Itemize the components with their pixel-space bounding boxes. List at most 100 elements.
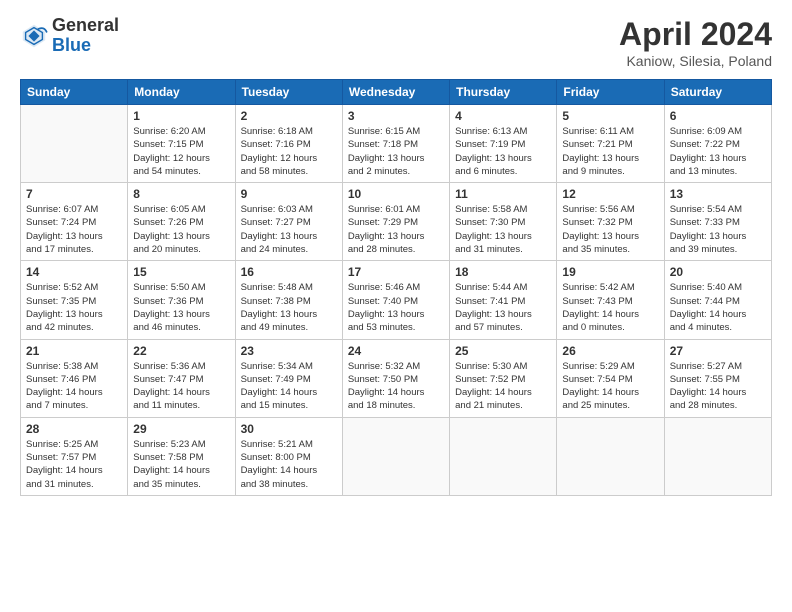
weekday-header-wednesday: Wednesday xyxy=(342,80,449,105)
day-info: Sunrise: 5:42 AMSunset: 7:43 PMDaylight:… xyxy=(562,281,658,334)
day-number: 19 xyxy=(562,265,658,279)
day-number: 18 xyxy=(455,265,551,279)
day-info: Sunrise: 5:23 AMSunset: 7:58 PMDaylight:… xyxy=(133,438,229,491)
calendar-cell: 22 Sunrise: 5:36 AMSunset: 7:47 PMDayligh… xyxy=(128,339,235,417)
calendar-cell: 7 Sunrise: 6:07 AMSunset: 7:24 PMDaylight… xyxy=(21,183,128,261)
calendar-cell: 5 Sunrise: 6:11 AMSunset: 7:21 PMDaylight… xyxy=(557,105,664,183)
weekday-header-friday: Friday xyxy=(557,80,664,105)
calendar-cell: 26Sunrise: 5:29 AMSunset: 7:54 PMDayligh… xyxy=(557,339,664,417)
day-number: 16 xyxy=(241,265,337,279)
day-number: 25 xyxy=(455,344,551,358)
logo-text: General Blue xyxy=(52,16,119,56)
day-number: 21 xyxy=(26,344,122,358)
day-number: 13 xyxy=(670,187,766,201)
weekday-header-monday: Monday xyxy=(128,80,235,105)
calendar-cell: 23 Sunrise: 5:34 AMSunset: 7:49 PMDayligh… xyxy=(235,339,342,417)
calendar-cell: 4Sunrise: 6:13 AMSunset: 7:19 PMDaylight… xyxy=(450,105,557,183)
calendar-cell: 19 Sunrise: 5:42 AMSunset: 7:43 PMDayligh… xyxy=(557,261,664,339)
weekday-header-thursday: Thursday xyxy=(450,80,557,105)
day-info: Sunrise: 5:44 AMSunset: 7:41 PMDaylight:… xyxy=(455,281,551,334)
calendar-cell: 1 Sunrise: 6:20 AMSunset: 7:15 PMDaylight… xyxy=(128,105,235,183)
calendar-cell: 8 Sunrise: 6:05 AMSunset: 7:26 PMDaylight… xyxy=(128,183,235,261)
header: General Blue April 2024 Kaniow, Silesia,… xyxy=(20,16,772,69)
calendar-cell: 11 Sunrise: 5:58 AMSunset: 7:30 PMDayligh… xyxy=(450,183,557,261)
day-info: Sunrise: 5:52 AMSunset: 7:35 PMDaylight:… xyxy=(26,281,122,334)
day-info: Sunrise: 5:25 AMSunset: 7:57 PMDaylight:… xyxy=(26,438,122,491)
day-info: Sunrise: 5:38 AMSunset: 7:46 PMDaylight:… xyxy=(26,360,122,413)
day-info: Sunrise: 6:03 AMSunset: 7:27 PMDaylight:… xyxy=(241,203,337,256)
day-info: Sunrise: 5:21 AMSunset: 8:00 PMDaylight:… xyxy=(241,438,337,491)
day-info: Sunrise: 6:18 AMSunset: 7:16 PMDaylight:… xyxy=(241,125,337,178)
calendar-cell: 30 Sunrise: 5:21 AMSunset: 8:00 PMDayligh… xyxy=(235,417,342,495)
day-info: Sunrise: 5:27 AMSunset: 7:55 PMDaylight:… xyxy=(670,360,766,413)
day-info: Sunrise: 6:09 AMSunset: 7:22 PMDaylight:… xyxy=(670,125,766,178)
day-info: Sunrise: 5:32 AMSunset: 7:50 PMDaylight:… xyxy=(348,360,444,413)
calendar-cell: 6 Sunrise: 6:09 AMSunset: 7:22 PMDaylight… xyxy=(664,105,771,183)
day-info: Sunrise: 5:36 AMSunset: 7:47 PMDaylight:… xyxy=(133,360,229,413)
day-number: 30 xyxy=(241,422,337,436)
day-number: 29 xyxy=(133,422,229,436)
day-number: 8 xyxy=(133,187,229,201)
calendar-cell: 21 Sunrise: 5:38 AMSunset: 7:46 PMDayligh… xyxy=(21,339,128,417)
day-number: 22 xyxy=(133,344,229,358)
day-number: 20 xyxy=(670,265,766,279)
calendar-cell: 10Sunrise: 6:01 AMSunset: 7:29 PMDayligh… xyxy=(342,183,449,261)
logo-general-text: General xyxy=(52,16,119,36)
title-block: April 2024 Kaniow, Silesia, Poland xyxy=(619,16,772,69)
day-info: Sunrise: 6:05 AMSunset: 7:26 PMDaylight:… xyxy=(133,203,229,256)
calendar-cell: 20Sunrise: 5:40 AMSunset: 7:44 PMDayligh… xyxy=(664,261,771,339)
day-number: 28 xyxy=(26,422,122,436)
weekday-header-tuesday: Tuesday xyxy=(235,80,342,105)
calendar-cell: 17Sunrise: 5:46 AMSunset: 7:40 PMDayligh… xyxy=(342,261,449,339)
day-info: Sunrise: 5:30 AMSunset: 7:52 PMDaylight:… xyxy=(455,360,551,413)
calendar-cell: 25 Sunrise: 5:30 AMSunset: 7:52 PMDayligh… xyxy=(450,339,557,417)
week-row-0: 1 Sunrise: 6:20 AMSunset: 7:15 PMDaylight… xyxy=(21,105,772,183)
day-info: Sunrise: 6:11 AMSunset: 7:21 PMDaylight:… xyxy=(562,125,658,178)
calendar-cell: 9 Sunrise: 6:03 AMSunset: 7:27 PMDaylight… xyxy=(235,183,342,261)
week-row-3: 21 Sunrise: 5:38 AMSunset: 7:46 PMDayligh… xyxy=(21,339,772,417)
day-number: 27 xyxy=(670,344,766,358)
calendar-cell xyxy=(21,105,128,183)
day-number: 11 xyxy=(455,187,551,201)
day-info: Sunrise: 5:50 AMSunset: 7:36 PMDaylight:… xyxy=(133,281,229,334)
day-number: 2 xyxy=(241,109,337,123)
calendar-cell: 13Sunrise: 5:54 AMSunset: 7:33 PMDayligh… xyxy=(664,183,771,261)
calendar-cell: 12 Sunrise: 5:56 AMSunset: 7:32 PMDayligh… xyxy=(557,183,664,261)
calendar-cell xyxy=(342,417,449,495)
day-info: Sunrise: 6:07 AMSunset: 7:24 PMDaylight:… xyxy=(26,203,122,256)
day-number: 12 xyxy=(562,187,658,201)
week-row-4: 28 Sunrise: 5:25 AMSunset: 7:57 PMDayligh… xyxy=(21,417,772,495)
day-number: 7 xyxy=(26,187,122,201)
weekday-header-sunday: Sunday xyxy=(21,80,128,105)
main-title: April 2024 xyxy=(619,16,772,53)
calendar-cell: 3Sunrise: 6:15 AMSunset: 7:18 PMDaylight… xyxy=(342,105,449,183)
day-info: Sunrise: 6:01 AMSunset: 7:29 PMDaylight:… xyxy=(348,203,444,256)
day-info: Sunrise: 5:56 AMSunset: 7:32 PMDaylight:… xyxy=(562,203,658,256)
calendar-cell: 29 Sunrise: 5:23 AMSunset: 7:58 PMDayligh… xyxy=(128,417,235,495)
day-number: 6 xyxy=(670,109,766,123)
calendar-cell: 28 Sunrise: 5:25 AMSunset: 7:57 PMDayligh… xyxy=(21,417,128,495)
day-number: 1 xyxy=(133,109,229,123)
day-number: 4 xyxy=(455,109,551,123)
day-number: 15 xyxy=(133,265,229,279)
calendar-cell xyxy=(664,417,771,495)
day-info: Sunrise: 6:20 AMSunset: 7:15 PMDaylight:… xyxy=(133,125,229,178)
day-info: Sunrise: 5:29 AMSunset: 7:54 PMDaylight:… xyxy=(562,360,658,413)
day-info: Sunrise: 5:58 AMSunset: 7:30 PMDaylight:… xyxy=(455,203,551,256)
calendar-cell: 14Sunrise: 5:52 AMSunset: 7:35 PMDayligh… xyxy=(21,261,128,339)
day-info: Sunrise: 5:48 AMSunset: 7:38 PMDaylight:… xyxy=(241,281,337,334)
calendar-cell: 27 Sunrise: 5:27 AMSunset: 7:55 PMDayligh… xyxy=(664,339,771,417)
week-row-1: 7 Sunrise: 6:07 AMSunset: 7:24 PMDaylight… xyxy=(21,183,772,261)
calendar-table: SundayMondayTuesdayWednesdayThursdayFrid… xyxy=(20,79,772,496)
day-info: Sunrise: 5:34 AMSunset: 7:49 PMDaylight:… xyxy=(241,360,337,413)
day-number: 9 xyxy=(241,187,337,201)
logo-blue-text: Blue xyxy=(52,36,119,56)
day-number: 5 xyxy=(562,109,658,123)
day-number: 23 xyxy=(241,344,337,358)
logo-icon xyxy=(20,22,48,50)
calendar-cell: 24Sunrise: 5:32 AMSunset: 7:50 PMDayligh… xyxy=(342,339,449,417)
calendar-cell: 2 Sunrise: 6:18 AMSunset: 7:16 PMDaylight… xyxy=(235,105,342,183)
weekday-header-row: SundayMondayTuesdayWednesdayThursdayFrid… xyxy=(21,80,772,105)
calendar-cell xyxy=(450,417,557,495)
day-number: 17 xyxy=(348,265,444,279)
